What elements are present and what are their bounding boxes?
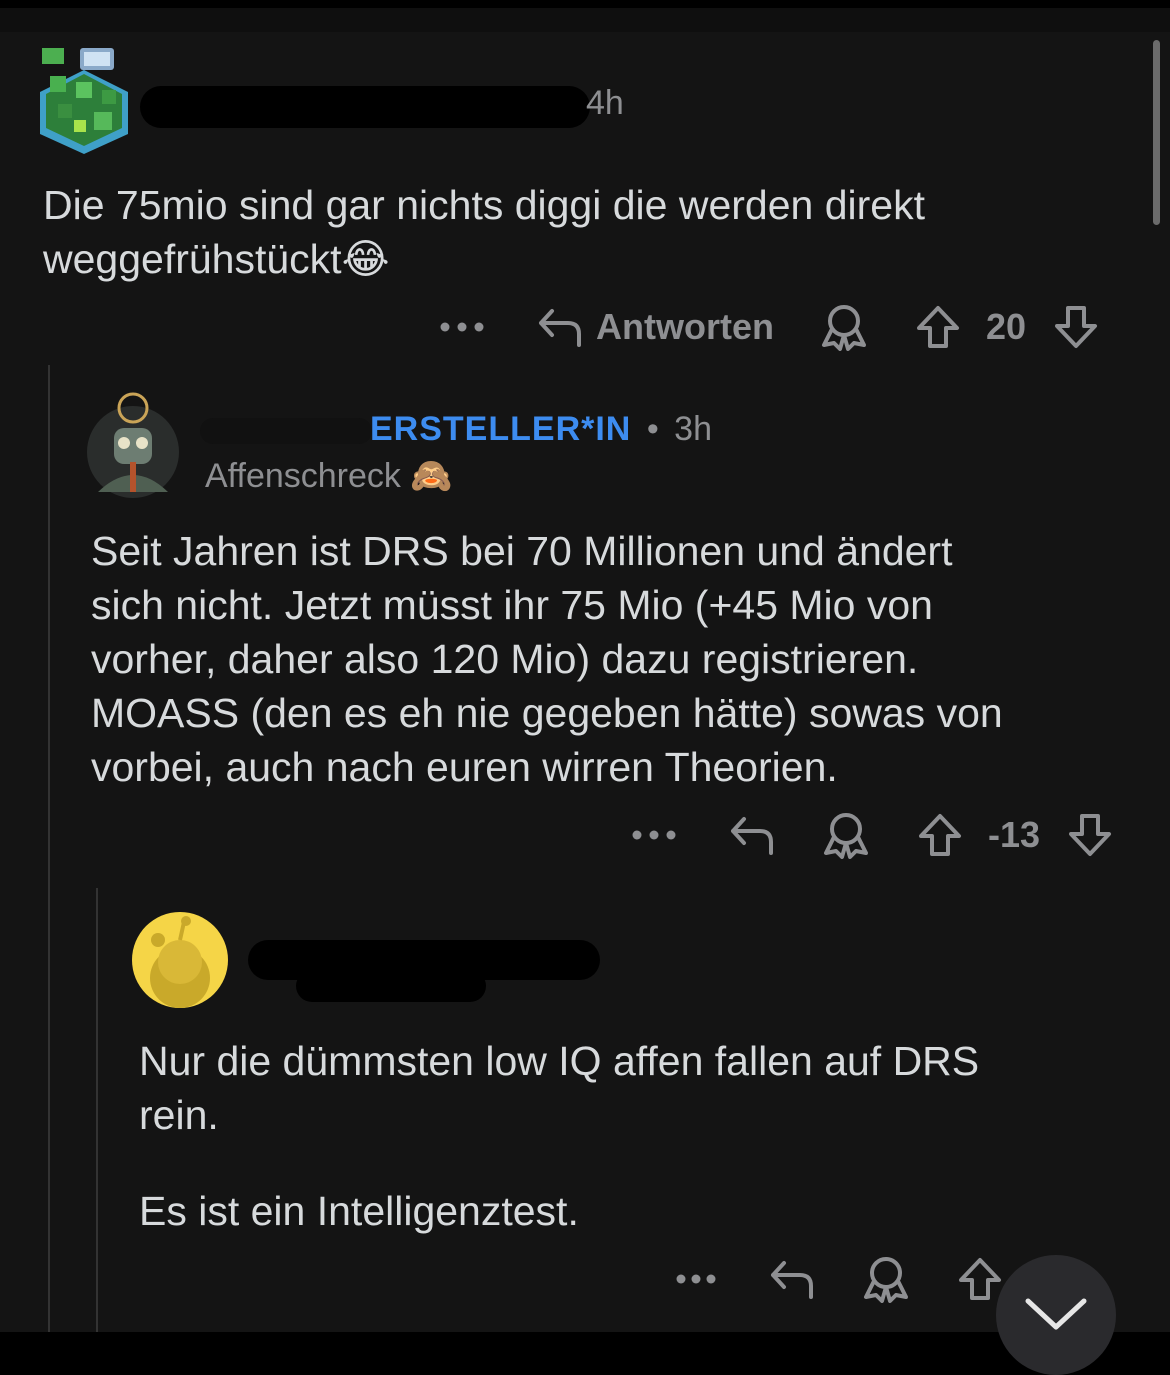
comment-2-body: Seit Jahren ist DRS bei 70 Millionen und… [91, 524, 1003, 794]
redacted-username-2 [200, 418, 372, 444]
reply-arrow-icon[interactable] [770, 1259, 814, 1299]
comment-3-line-1: Nur die dümmsten low IQ affen fallen auf… [139, 1038, 980, 1084]
award-icon[interactable] [820, 303, 868, 351]
avatar-commenter-3[interactable] [132, 912, 228, 1008]
reply-arrow-icon[interactable] [730, 815, 774, 855]
comment-3-paragraph-2: Es ist ein Intelligenztest. [139, 1188, 579, 1234]
comment-3-line-2: rein. [139, 1092, 219, 1138]
thread-line-level-2[interactable] [96, 888, 98, 1332]
comment-3-body: Nur die dümmsten low IQ affen fallen auf… [139, 1034, 979, 1238]
laughing-emoji: 😂 [341, 236, 390, 282]
redacted-username-1 [140, 86, 590, 128]
comment-2-actions: -13 [632, 808, 1112, 862]
comment-1-line-2: weggefrühstückt [43, 236, 342, 282]
bottom-strip [0, 1332, 1170, 1347]
comment-1-line-1: Die 75mio sind gar nichts diggi die werd… [43, 182, 925, 228]
comment-2-time: 3h [674, 410, 712, 448]
thread-line-level-1[interactable] [48, 365, 50, 1332]
avatar-commenter-1[interactable] [36, 42, 132, 154]
comment-2-meta: ERSTELLER*IN • 3h [370, 410, 712, 449]
more-options-icon[interactable] [676, 1274, 716, 1284]
award-icon[interactable] [822, 811, 870, 859]
comment-1-actions: Antworten 20 [440, 300, 1098, 354]
comment-2-line-1: Seit Jahren ist DRS bei 70 Millionen und… [91, 528, 953, 574]
avatar-commenter-2[interactable] [84, 388, 182, 500]
see-no-evil-monkey-emoji: 🙈 [410, 457, 453, 495]
comment-1-body: Die 75mio sind gar nichts diggi die werd… [43, 178, 925, 286]
upvote-arrow-icon[interactable] [958, 1257, 1002, 1301]
award-icon[interactable] [862, 1255, 910, 1303]
op-badge: ERSTELLER*IN [370, 410, 632, 448]
meta-separator: • [646, 410, 659, 448]
comment-2-line-3: vorher, daher also 120 Mio) dazu registr… [91, 636, 919, 682]
more-options-icon[interactable] [440, 322, 484, 332]
comment-1-score: 20 [985, 306, 1027, 347]
more-options-icon[interactable] [632, 830, 676, 840]
comment-2-line-5: vorbei, auch nach euren wirren Theorien. [91, 744, 838, 790]
reply-arrow-icon [538, 307, 582, 347]
reply-button[interactable]: Antworten [538, 306, 774, 348]
comment-1-time: 4h [586, 84, 624, 122]
redacted-username-3-scribble [296, 970, 486, 1002]
comment-3-actions [676, 1252, 1002, 1306]
scroll-down-button[interactable] [996, 1255, 1116, 1375]
downvote-arrow-icon[interactable] [1054, 305, 1098, 349]
flair-text: Affenschreck [205, 457, 401, 495]
user-flair: Affenschreck 🙈 [205, 456, 453, 496]
reply-label: Antworten [596, 306, 774, 347]
comment-2-line-2: sich nicht. Jetzt müsst ihr 75 Mio (+45 … [91, 582, 933, 628]
chevron-down-icon [1024, 1293, 1088, 1333]
comment-2-score: -13 [988, 814, 1041, 855]
upvote-arrow-icon[interactable] [918, 813, 962, 857]
comment-2-line-4: MOASS (den es eh nie gegeben hätte) sowa… [91, 690, 1003, 736]
scrollbar[interactable] [1153, 40, 1160, 225]
upvote-arrow-icon[interactable] [916, 305, 960, 349]
top-bar-strip [0, 8, 1170, 32]
downvote-arrow-icon[interactable] [1068, 813, 1112, 857]
